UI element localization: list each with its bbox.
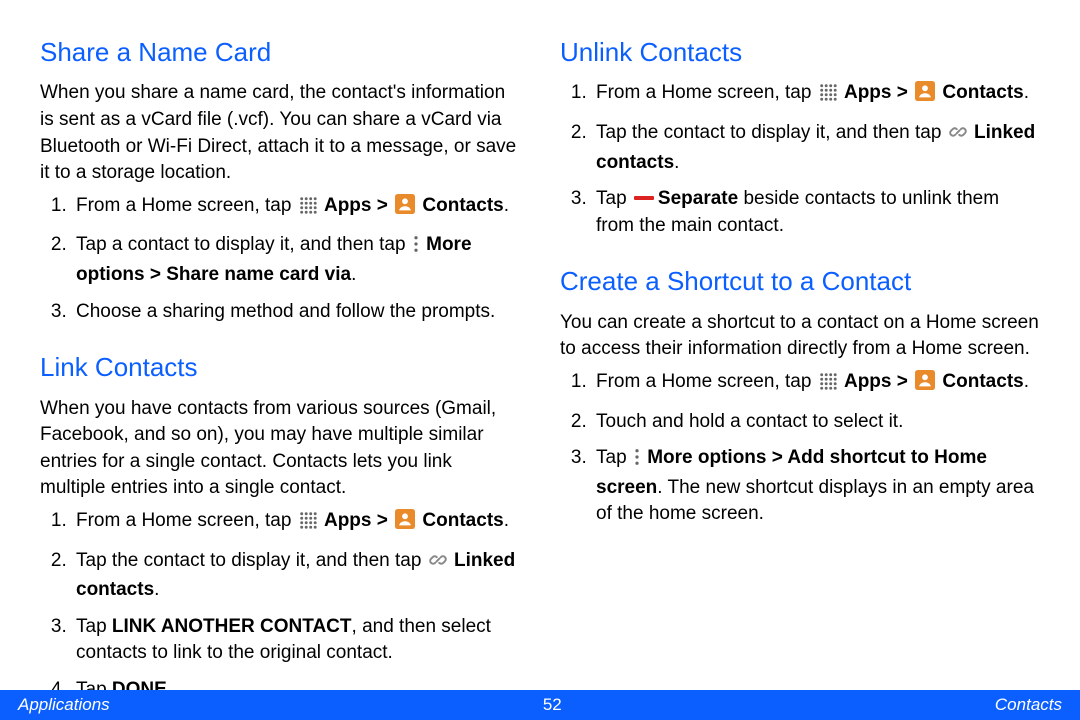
contacts-label: Contacts xyxy=(422,195,503,216)
unlink-step-3: Tap Separate beside contacts to unlink t… xyxy=(592,186,1040,239)
page-footer: Applications 52 Contacts xyxy=(0,690,1080,720)
heading-unlink-contacts: Unlink Contacts xyxy=(560,34,1040,70)
apps-label: Apps > xyxy=(324,195,388,216)
share-intro: When you share a name card, the contact'… xyxy=(40,80,520,186)
apps-grid-icon xyxy=(819,372,837,399)
share-step-3: Choose a sharing method and follow the p… xyxy=(72,299,520,326)
separate-label: Separate xyxy=(658,188,738,209)
link-chain-icon xyxy=(429,551,447,578)
separate-minus-icon xyxy=(634,196,654,200)
contacts-icon xyxy=(395,509,415,538)
contacts-label: Contacts xyxy=(942,371,1023,392)
share-steps: From a Home screen, tap Apps > Contacts.… xyxy=(40,193,520,325)
contacts-label: Contacts xyxy=(422,510,503,531)
footer-left: Applications xyxy=(18,693,110,717)
unlink-steps: From a Home screen, tap Apps > Contacts.… xyxy=(560,80,1040,239)
apps-label: Apps > xyxy=(844,371,908,392)
right-column: Unlink Contacts From a Home screen, tap … xyxy=(560,30,1040,640)
footer-page: 52 xyxy=(543,693,562,717)
shortcut-step-2: Touch and hold a contact to select it. xyxy=(592,409,1040,436)
share-step-2: Tap a contact to display it, and then ta… xyxy=(72,232,520,288)
shortcut-step-3: Tap More options > Add shortcut to Home … xyxy=(592,445,1040,528)
contacts-icon xyxy=(915,81,935,110)
apps-grid-icon xyxy=(819,83,837,110)
link-chain-icon xyxy=(949,123,967,150)
apps-label: Apps > xyxy=(324,510,388,531)
shortcut-steps: From a Home screen, tap Apps > Contacts.… xyxy=(560,369,1040,528)
apps-grid-icon xyxy=(299,196,317,223)
link-step-3: Tap LINK ANOTHER CONTACT, and then selec… xyxy=(72,614,520,667)
heading-create-shortcut: Create a Shortcut to a Contact xyxy=(560,263,1040,299)
contacts-label: Contacts xyxy=(942,82,1023,103)
heading-share-name-card: Share a Name Card xyxy=(40,34,520,70)
contacts-icon xyxy=(395,194,415,223)
apps-label: Apps > xyxy=(844,82,908,103)
more-options-icon xyxy=(634,448,640,475)
link-step-1: From a Home screen, tap Apps > Contacts. xyxy=(72,508,520,538)
unlink-step-1: From a Home screen, tap Apps > Contacts. xyxy=(592,80,1040,110)
left-column: Share a Name Card When you share a name … xyxy=(40,30,520,640)
shortcut-step-1: From a Home screen, tap Apps > Contacts. xyxy=(592,369,1040,399)
unlink-step-2: Tap the contact to display it, and then … xyxy=(592,120,1040,176)
apps-grid-icon xyxy=(299,511,317,538)
contacts-icon xyxy=(915,370,935,399)
link-another-contact-label: LINK ANOTHER CONTACT xyxy=(112,616,352,637)
link-steps: From a Home screen, tap Apps > Contacts.… xyxy=(40,508,520,704)
link-intro: When you have contacts from various sour… xyxy=(40,396,520,502)
more-options-icon xyxy=(413,235,419,262)
link-step-2: Tap the contact to display it, and then … xyxy=(72,548,520,604)
shortcut-intro: You can create a shortcut to a contact o… xyxy=(560,310,1040,363)
heading-link-contacts: Link Contacts xyxy=(40,349,520,385)
footer-right: Contacts xyxy=(995,693,1062,717)
share-step-1: From a Home screen, tap Apps > Contacts. xyxy=(72,193,520,223)
